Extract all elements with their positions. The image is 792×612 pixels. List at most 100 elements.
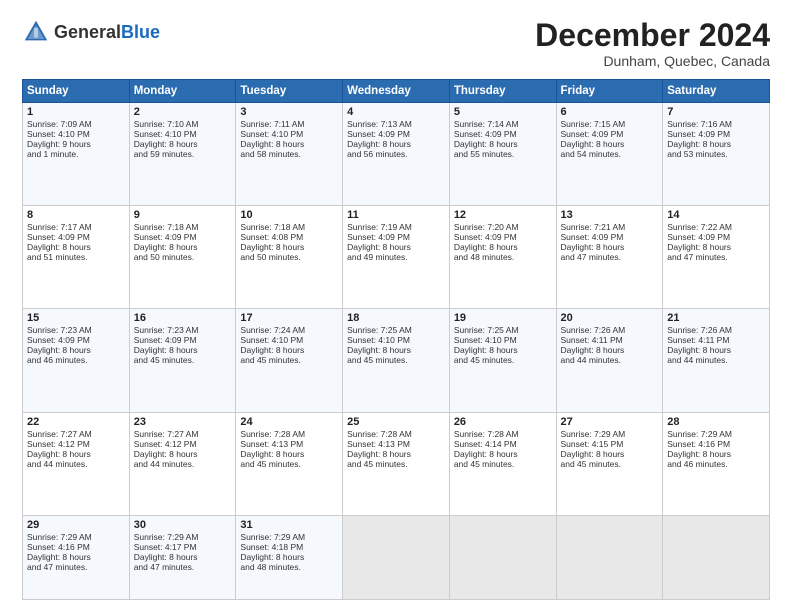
- day-info: Sunset: 4:15 PM: [561, 439, 659, 449]
- calendar-cell: 1Sunrise: 7:09 AMSunset: 4:10 PMDaylight…: [23, 103, 130, 206]
- title-block: December 2024 Dunham, Quebec, Canada: [535, 18, 770, 69]
- day-info: Daylight: 8 hours: [667, 449, 765, 459]
- calendar-cell: 22Sunrise: 7:27 AMSunset: 4:12 PMDayligh…: [23, 412, 130, 515]
- day-info: and 48 minutes.: [240, 562, 338, 572]
- calendar-cell: 17Sunrise: 7:24 AMSunset: 4:10 PMDayligh…: [236, 309, 343, 412]
- day-info: and 46 minutes.: [667, 459, 765, 469]
- day-info: Daylight: 8 hours: [240, 449, 338, 459]
- day-info: Sunrise: 7:26 AM: [561, 325, 659, 335]
- calendar-cell: 25Sunrise: 7:28 AMSunset: 4:13 PMDayligh…: [343, 412, 450, 515]
- day-number: 14: [667, 209, 765, 221]
- calendar-cell: 9Sunrise: 7:18 AMSunset: 4:09 PMDaylight…: [129, 206, 236, 309]
- day-number: 12: [454, 209, 552, 221]
- day-info: Sunrise: 7:29 AM: [27, 532, 125, 542]
- day-info: and 45 minutes.: [240, 355, 338, 365]
- day-info: Daylight: 8 hours: [561, 345, 659, 355]
- day-info: Sunset: 4:10 PM: [134, 129, 232, 139]
- calendar-day-header: Wednesday: [343, 80, 450, 103]
- day-number: 19: [454, 312, 552, 324]
- day-info: Daylight: 8 hours: [134, 139, 232, 149]
- calendar-cell: 31Sunrise: 7:29 AMSunset: 4:18 PMDayligh…: [236, 515, 343, 599]
- day-info: Sunset: 4:16 PM: [667, 439, 765, 449]
- day-info: Daylight: 8 hours: [667, 242, 765, 252]
- day-info: and 45 minutes.: [134, 355, 232, 365]
- day-info: Daylight: 8 hours: [240, 242, 338, 252]
- day-info: Daylight: 8 hours: [240, 139, 338, 149]
- day-info: and 44 minutes.: [27, 459, 125, 469]
- calendar-day-header: Monday: [129, 80, 236, 103]
- day-info: Sunrise: 7:28 AM: [454, 429, 552, 439]
- calendar-day-header: Friday: [556, 80, 663, 103]
- day-info: Sunrise: 7:27 AM: [134, 429, 232, 439]
- day-info: and 44 minutes.: [561, 355, 659, 365]
- day-info: Daylight: 8 hours: [134, 449, 232, 459]
- day-info: and 49 minutes.: [347, 252, 445, 262]
- day-info: Daylight: 8 hours: [27, 242, 125, 252]
- header: General Blue December 2024 Dunham, Quebe…: [22, 18, 770, 69]
- day-info: Sunrise: 7:28 AM: [347, 429, 445, 439]
- day-info: Daylight: 8 hours: [347, 345, 445, 355]
- day-info: Daylight: 8 hours: [454, 449, 552, 459]
- day-info: Sunset: 4:09 PM: [347, 232, 445, 242]
- calendar-cell: 5Sunrise: 7:14 AMSunset: 4:09 PMDaylight…: [449, 103, 556, 206]
- day-info: Daylight: 8 hours: [561, 139, 659, 149]
- day-info: Sunrise: 7:09 AM: [27, 119, 125, 129]
- calendar-cell: 27Sunrise: 7:29 AMSunset: 4:15 PMDayligh…: [556, 412, 663, 515]
- day-number: 5: [454, 106, 552, 118]
- day-info: Daylight: 8 hours: [454, 345, 552, 355]
- calendar-cell: [449, 515, 556, 599]
- day-info: Sunrise: 7:26 AM: [667, 325, 765, 335]
- day-info: Sunset: 4:09 PM: [667, 232, 765, 242]
- day-number: 18: [347, 312, 445, 324]
- calendar-cell: 2Sunrise: 7:10 AMSunset: 4:10 PMDaylight…: [129, 103, 236, 206]
- day-number: 23: [134, 416, 232, 428]
- calendar-cell: 14Sunrise: 7:22 AMSunset: 4:09 PMDayligh…: [663, 206, 770, 309]
- day-info: Daylight: 8 hours: [240, 552, 338, 562]
- day-info: Daylight: 8 hours: [454, 139, 552, 149]
- calendar-day-header: Saturday: [663, 80, 770, 103]
- day-info: Daylight: 8 hours: [454, 242, 552, 252]
- day-info: Daylight: 8 hours: [27, 552, 125, 562]
- calendar-cell: 19Sunrise: 7:25 AMSunset: 4:10 PMDayligh…: [449, 309, 556, 412]
- calendar-cell: [663, 515, 770, 599]
- day-number: 16: [134, 312, 232, 324]
- day-number: 17: [240, 312, 338, 324]
- day-info: and 47 minutes.: [134, 562, 232, 572]
- day-info: Daylight: 8 hours: [27, 449, 125, 459]
- day-info: Sunset: 4:10 PM: [454, 335, 552, 345]
- day-info: Sunset: 4:10 PM: [240, 335, 338, 345]
- calendar-cell: 3Sunrise: 7:11 AMSunset: 4:10 PMDaylight…: [236, 103, 343, 206]
- day-info: Sunrise: 7:14 AM: [454, 119, 552, 129]
- day-info: Sunset: 4:11 PM: [561, 335, 659, 345]
- day-info: Sunset: 4:12 PM: [27, 439, 125, 449]
- calendar-cell: 7Sunrise: 7:16 AMSunset: 4:09 PMDaylight…: [663, 103, 770, 206]
- logo-blue: Blue: [121, 23, 160, 41]
- day-info: Sunrise: 7:15 AM: [561, 119, 659, 129]
- day-info: Sunrise: 7:29 AM: [561, 429, 659, 439]
- day-info: Daylight: 8 hours: [27, 345, 125, 355]
- day-info: Sunrise: 7:29 AM: [134, 532, 232, 542]
- day-info: and 1 minute.: [27, 149, 125, 159]
- day-info: Sunset: 4:14 PM: [454, 439, 552, 449]
- day-info: Sunrise: 7:25 AM: [454, 325, 552, 335]
- day-info: and 47 minutes.: [667, 252, 765, 262]
- day-info: and 59 minutes.: [134, 149, 232, 159]
- calendar-cell: 8Sunrise: 7:17 AMSunset: 4:09 PMDaylight…: [23, 206, 130, 309]
- day-info: and 47 minutes.: [561, 252, 659, 262]
- day-number: 2: [134, 106, 232, 118]
- day-info: Daylight: 9 hours: [27, 139, 125, 149]
- day-info: and 47 minutes.: [27, 562, 125, 572]
- calendar-cell: 28Sunrise: 7:29 AMSunset: 4:16 PMDayligh…: [663, 412, 770, 515]
- day-info: and 56 minutes.: [347, 149, 445, 159]
- day-number: 11: [347, 209, 445, 221]
- day-number: 6: [561, 106, 659, 118]
- day-info: Sunset: 4:09 PM: [561, 232, 659, 242]
- day-info: Sunrise: 7:19 AM: [347, 222, 445, 232]
- day-info: Sunset: 4:09 PM: [667, 129, 765, 139]
- day-info: Sunset: 4:18 PM: [240, 542, 338, 552]
- day-info: Sunset: 4:10 PM: [240, 129, 338, 139]
- logo-general: General: [54, 23, 121, 41]
- day-info: Sunset: 4:09 PM: [454, 129, 552, 139]
- calendar-cell: 24Sunrise: 7:28 AMSunset: 4:13 PMDayligh…: [236, 412, 343, 515]
- day-info: and 53 minutes.: [667, 149, 765, 159]
